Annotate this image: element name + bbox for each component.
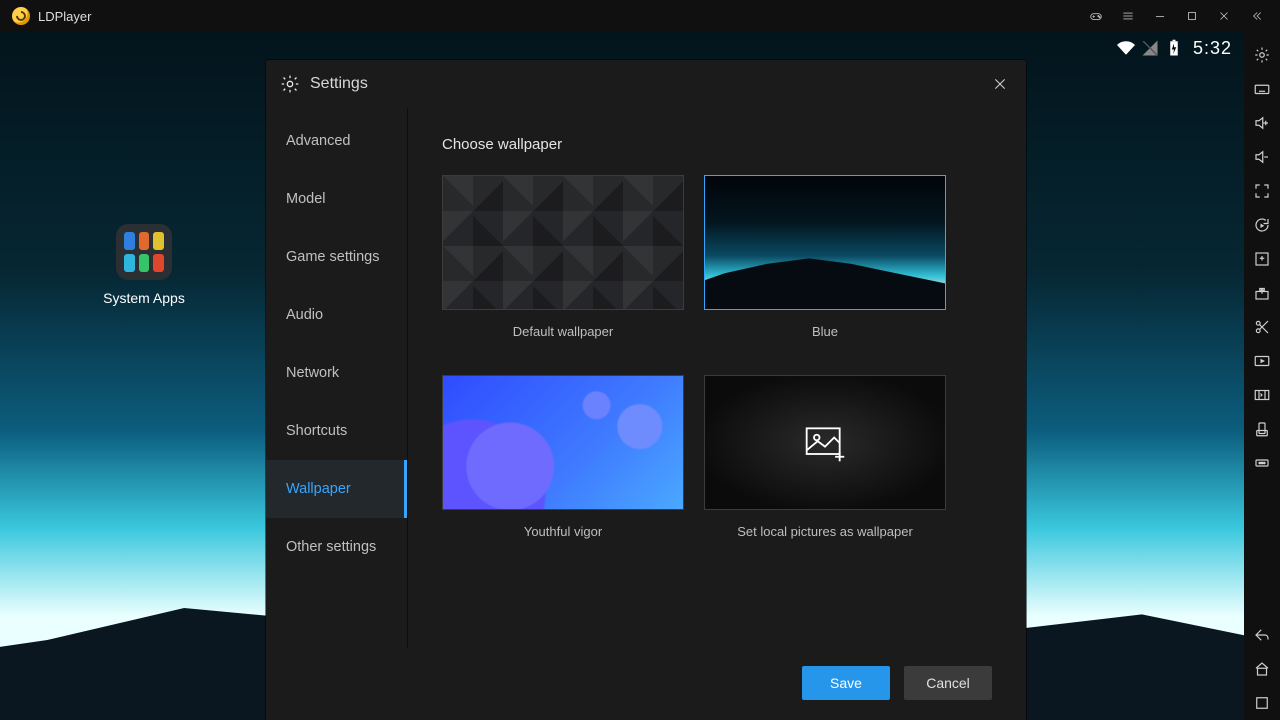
home-icon[interactable] [1244,652,1280,686]
volume-down-icon[interactable] [1244,140,1280,174]
android-status-bar: 5:32 [1105,32,1244,64]
wallpaper-local[interactable]: Set local pictures as wallpaper [704,375,946,539]
battery-icon [1165,39,1183,57]
image-add-icon [803,423,847,463]
panel-heading: Choose wallpaper [442,136,998,153]
sync-icon[interactable] [1244,208,1280,242]
wallpaper-blue-thumb [704,175,946,310]
menu-icon[interactable] [1112,0,1144,32]
wallpaper-blue[interactable]: Blue [704,175,946,339]
gamepad-icon[interactable] [1080,0,1112,32]
scissors-icon[interactable] [1244,310,1280,344]
window-titlebar: LDPlayer [0,0,1280,32]
emulator-desktop: 5:32 System Apps Settings Advanced Model… [0,32,1244,720]
settings-gear-icon[interactable] [1244,38,1280,72]
nav-game-settings[interactable]: Game settings [266,228,407,286]
wallpaper-panel: Choose wallpaper Default wallpaper Blue … [408,108,1026,648]
settings-title: Settings [310,75,368,93]
wallpaper-local-caption: Set local pictures as wallpaper [704,524,946,539]
wallpaper-youthful-caption: Youthful vigor [442,524,684,539]
more-icon[interactable] [1244,446,1280,480]
status-clock: 5:32 [1193,38,1232,59]
settings-nav: Advanced Model Game settings Audio Netwo… [266,108,408,648]
multi-instance-icon[interactable] [1244,378,1280,412]
save-button[interactable]: Save [802,666,890,700]
wallpaper-blue-caption: Blue [704,324,946,339]
recents-icon[interactable] [1244,686,1280,720]
nav-advanced[interactable]: Advanced [266,112,407,170]
cancel-button[interactable]: Cancel [904,666,992,700]
fullscreen-icon[interactable] [1244,174,1280,208]
app-title: LDPlayer [38,9,91,24]
wallpaper-youthful[interactable]: Youthful vigor [442,375,684,539]
install-apk-icon[interactable] [1244,242,1280,276]
maximize-button[interactable] [1176,0,1208,32]
wallpaper-local-thumb [704,375,946,510]
collapse-toolbar-icon[interactable] [1240,0,1272,32]
app-logo-icon [12,7,30,25]
keyboard-icon[interactable] [1244,72,1280,106]
wallpaper-default-thumb [442,175,684,310]
volume-up-icon[interactable] [1244,106,1280,140]
nav-network[interactable]: Network [266,344,407,402]
nav-other-settings[interactable]: Other settings [266,518,407,576]
back-icon[interactable] [1244,618,1280,652]
nav-model[interactable]: Model [266,170,407,228]
nav-shortcuts[interactable]: Shortcuts [266,402,407,460]
dialog-button-row: Save Cancel [266,648,1026,720]
nav-wallpaper[interactable]: Wallpaper [266,460,407,518]
close-window-button[interactable] [1208,0,1240,32]
wallpaper-youthful-thumb [442,375,684,510]
rotate-icon[interactable] [1244,412,1280,446]
shared-folder-icon[interactable] [1244,276,1280,310]
settings-dialog: Settings Advanced Model Game settings Au… [266,60,1026,720]
wifi-icon [1117,39,1135,57]
emulator-toolbar [1244,32,1280,720]
folder-icon [116,224,172,280]
settings-dialog-header: Settings [266,60,1026,108]
wallpaper-default[interactable]: Default wallpaper [442,175,684,339]
no-sim-icon [1141,39,1159,57]
system-apps-folder[interactable]: System Apps [112,224,176,306]
gear-icon [280,74,300,94]
minimize-button[interactable] [1144,0,1176,32]
record-icon[interactable] [1244,344,1280,378]
nav-audio[interactable]: Audio [266,286,407,344]
wallpaper-default-caption: Default wallpaper [442,324,684,339]
folder-label: System Apps [92,290,196,306]
close-settings-button[interactable] [988,72,1012,96]
